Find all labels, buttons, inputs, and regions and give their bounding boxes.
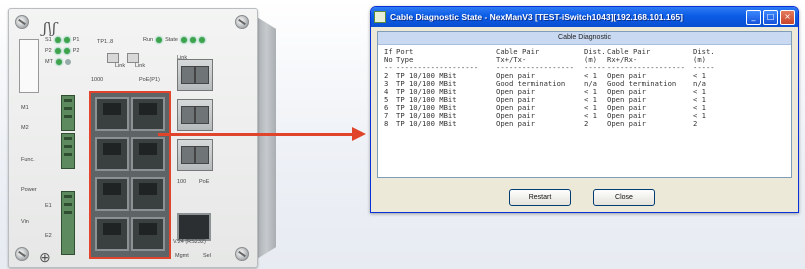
led-label: Run <box>143 37 154 43</box>
power-label: E2 <box>45 233 52 239</box>
cell-tx-pair: Open pair <box>496 119 535 128</box>
rj45-port-block <box>89 91 171 259</box>
cell-port-type: TP 10/100 MBit <box>396 119 457 128</box>
fiber-port-icon <box>177 59 213 91</box>
pointer-arrow-head-icon <box>352 127 366 141</box>
table-row: 8 TP 10/100 MBit Open pair 2 Open pair 2 <box>384 120 723 128</box>
port-label: 1000 <box>91 77 104 83</box>
window-title: Cable Diagnostic State - NexManV3 [TEST-… <box>390 12 683 22</box>
status-led-icon <box>64 59 71 65</box>
cable-diagnostic-window: Cable Diagnostic State - NexManV3 [TEST-… <box>370 6 799 213</box>
status-led-icon <box>55 59 62 65</box>
led-label: State <box>165 37 178 43</box>
slot-label: M1 <box>21 105 29 111</box>
led-label: P2 <box>45 48 52 54</box>
status-led-icon <box>189 37 196 43</box>
poe-indicator <box>107 53 119 63</box>
rj45-port-icon <box>95 97 129 131</box>
status-led-icon <box>63 37 70 43</box>
port-label: Link <box>115 63 126 69</box>
diagnostic-panel: Cable Diagnostic If Port Cable Pair Dist… <box>377 31 792 178</box>
status-led-icon <box>54 37 61 43</box>
app-icon <box>374 11 386 23</box>
button-label: Sel <box>203 253 211 259</box>
screw-icon <box>15 15 29 29</box>
power-label: E1 <box>45 203 52 209</box>
status-led-icon <box>54 48 61 54</box>
rj45-port-icon <box>95 137 129 171</box>
screw-icon <box>15 247 29 261</box>
power-label: Vin <box>21 219 29 225</box>
minimize-button[interactable]: _ <box>746 9 761 25</box>
rj45-port-icon <box>95 177 129 211</box>
led-label: S1 <box>45 37 52 43</box>
restart-button[interactable]: Restart <box>509 189 571 206</box>
button-label: Mgmt <box>175 253 189 259</box>
fiber-port-icon <box>177 139 213 171</box>
slot-label: M2 <box>21 125 29 131</box>
slot-label: Func. <box>21 157 35 163</box>
port-label: 100 <box>177 179 187 185</box>
power-label: Power <box>21 187 37 193</box>
label-slot <box>19 39 39 93</box>
screw-icon <box>235 15 249 29</box>
led-group: MT <box>45 59 71 65</box>
power-terminal <box>61 191 75 255</box>
rj45-port-icon <box>95 217 129 251</box>
close-button[interactable]: Close <box>593 189 655 206</box>
port-label: PoE(P1) <box>139 77 160 83</box>
cell-rx-pair: Open pair <box>607 119 646 128</box>
led-label: P2 <box>72 48 80 54</box>
led-group: Run State <box>143 37 205 43</box>
port-label: PoE <box>199 179 210 185</box>
serial-port-icon <box>177 213 211 241</box>
port-label: Link <box>135 63 146 69</box>
status-led-icon <box>156 37 163 43</box>
rj45-port-icon <box>131 137 165 171</box>
panel-header: Cable Diagnostic <box>378 32 791 45</box>
status-led-icon <box>180 37 187 43</box>
screw-icon <box>235 247 249 261</box>
port-label: Link <box>177 55 188 61</box>
led-group: S1 P1 <box>45 37 79 43</box>
maximize-button[interactable]: □ <box>763 9 778 25</box>
poe-indicator <box>127 53 139 63</box>
window-titlebar[interactable]: Cable Diagnostic State - NexManV3 [TEST-… <box>371 7 798 27</box>
table-header-row: If Port Cable Pair Dist. Cable Pair Dist… <box>384 48 723 56</box>
status-led-icon <box>198 37 205 43</box>
close-window-button[interactable]: × <box>780 9 795 25</box>
rj45-port-icon <box>131 217 165 251</box>
terminal-block <box>61 95 75 131</box>
led-label: P1 <box>72 37 80 43</box>
status-led-icon <box>63 48 70 54</box>
cell-if: 8 <box>384 119 389 128</box>
rj45-port-icon <box>131 97 165 131</box>
cell-rx-dist: 2 <box>693 119 698 128</box>
serial-port-label: V.24 (RS232) <box>173 239 206 245</box>
fiber-port-icon <box>177 99 213 131</box>
pointer-arrow-line <box>158 133 354 136</box>
led-label: MT <box>45 59 53 65</box>
cell-tx-dist: 2 <box>584 119 589 128</box>
rj45-port-icon <box>131 177 165 211</box>
switch-device: ʃ\ʃ S1 P1 P2 P2 MT TP1..8 Run State M1 M… <box>8 8 278 268</box>
brand-logo: ʃ\ʃ <box>43 19 57 37</box>
led-group: P2 P2 <box>45 48 79 54</box>
cell-rx-dist: < 1 <box>693 111 706 120</box>
diagnostic-table: If Port Cable Pair Dist. Cable Pair Dist… <box>384 48 723 128</box>
device-front-panel: ʃ\ʃ S1 P1 P2 P2 MT TP1..8 Run State M1 M… <box>8 8 258 268</box>
led-label: TP1..8 <box>97 39 114 45</box>
terminal-block <box>61 133 75 169</box>
ground-icon: ⊕ <box>39 249 51 265</box>
